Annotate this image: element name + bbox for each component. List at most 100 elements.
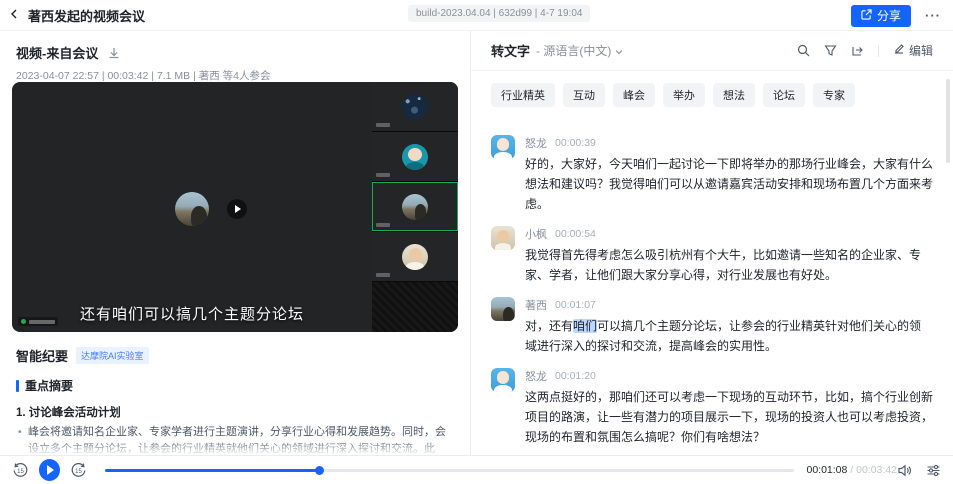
participant-tile[interactable] bbox=[372, 182, 458, 232]
message-timestamp[interactable]: 00:01:07 bbox=[555, 299, 596, 311]
participant-avatar bbox=[402, 194, 428, 220]
chevron-left-icon bbox=[9, 6, 19, 24]
export-icon[interactable] bbox=[851, 44, 864, 57]
ai-lab-badge: 达摩院AI实验室 bbox=[76, 347, 149, 364]
video-subtitle: 还有咱们可以搞几个主题分论坛 bbox=[12, 303, 372, 324]
message-timestamp[interactable]: 00:00:39 bbox=[555, 137, 596, 149]
toolbar-divider bbox=[878, 45, 879, 57]
forward-15-label: 15 bbox=[75, 469, 82, 475]
page-title: 著西发起的视频会议 bbox=[28, 6, 145, 25]
speaker-avatar bbox=[491, 135, 515, 159]
download-icon[interactable] bbox=[108, 47, 120, 59]
keyword-tag[interactable]: 举办 bbox=[663, 83, 705, 107]
video-metadata: 2023-04-07 22:57 | 00:03:42 | 7.1 MB | 著… bbox=[0, 62, 470, 83]
section-accent-bar bbox=[16, 380, 19, 392]
message-text[interactable]: 好的，大家好，今天咱们一起讨论一下即将举办的那场行业峰会，大家有什么想法和建议吗… bbox=[525, 154, 933, 214]
highlighted-word: 咱们 bbox=[573, 319, 597, 333]
transcript-scroll-area[interactable]: 怒龙 00:00:39 好的，大家好，今天咱们一起讨论一下即将举办的那场行业峰会，大… bbox=[471, 127, 953, 455]
participant-name-minitext bbox=[376, 273, 390, 277]
transcript-message: 怒龙 00:00:39 好的，大家好，今天咱们一起讨论一下即将举办的那场行业峰会，大… bbox=[491, 135, 933, 214]
edit-button[interactable]: 编辑 bbox=[893, 42, 933, 59]
message-header: 小枫00:00:54 bbox=[525, 227, 933, 241]
keyword-tag[interactable]: 行业精英 bbox=[491, 83, 555, 107]
pencil-icon bbox=[893, 43, 905, 58]
summary-item-title: 1. 讨论峰会活动计划 bbox=[16, 404, 454, 420]
participant-tile[interactable] bbox=[372, 82, 458, 132]
forward-15-button[interactable]: 15 bbox=[70, 462, 87, 479]
speaker-name: 怒龙 bbox=[525, 135, 547, 151]
message-text[interactable]: 对，还有咱们可以搞几个主题分论坛，让参会的行业精英针对他们关心的领域进行深入的探… bbox=[525, 316, 933, 356]
share-button[interactable]: 分享 bbox=[851, 5, 911, 27]
search-icon[interactable] bbox=[797, 44, 810, 57]
volume-icon[interactable] bbox=[897, 463, 912, 478]
source-language-label: - 源语言(中文) bbox=[536, 42, 611, 59]
video-player[interactable]: 还有咱们可以搞几个主题分论坛 bbox=[12, 82, 458, 332]
message-text[interactable]: 我觉得首先得考虑怎么吸引杭州有个大牛，比如邀请一些知名的企业家、专家、学者，让他… bbox=[525, 245, 933, 285]
seek-fill bbox=[105, 469, 319, 472]
message-main: 怒龙 00:01:20 这两点挺好的，那咱们还可以考虑一下现场的互动环节，比如，搞个… bbox=[525, 368, 933, 447]
build-version-badge: build-2023.04.04 | 632d99 | 4-7 19:04 bbox=[408, 5, 590, 22]
more-button[interactable]: ··· bbox=[925, 8, 941, 23]
keyword-tag[interactable]: 想法 bbox=[713, 83, 755, 107]
transcript-title: 转文字 bbox=[491, 41, 530, 60]
total-time: / 00:03:42 bbox=[850, 464, 897, 476]
participant-tile[interactable] bbox=[372, 232, 458, 282]
video-play-overlay-button[interactable] bbox=[227, 199, 247, 219]
filter-icon[interactable] bbox=[824, 44, 837, 57]
playback-bar: 15 15 00:01:08 / 00:03:42 bbox=[0, 455, 953, 484]
seek-handle[interactable] bbox=[315, 466, 324, 475]
participant-avatar bbox=[402, 144, 428, 170]
message-timestamp[interactable]: 00:00:54 bbox=[555, 228, 596, 240]
edit-button-label: 编辑 bbox=[909, 42, 933, 59]
summary-item: 1. 讨论峰会活动计划峰会将邀请知名企业家、专家学者进行主题演讲，分享行业心得和… bbox=[16, 404, 454, 455]
share-icon bbox=[861, 9, 872, 23]
rewind-15-button[interactable]: 15 bbox=[12, 462, 29, 479]
participant-tile[interactable] bbox=[372, 132, 458, 182]
top-bar: 著西发起的视频会议 build-2023.04.04 | 632d99 | 4-… bbox=[0, 0, 953, 31]
transcript-scrollbar[interactable] bbox=[946, 79, 950, 163]
video-section-title: 视频-来自会议 bbox=[16, 43, 98, 62]
empty-tile-area bbox=[372, 282, 458, 332]
summary-item-body: 峰会将邀请知名企业家、专家学者进行主题演讲，分享行业心得和发展趋势。同时，会设立… bbox=[16, 424, 454, 455]
participant-name-minitext bbox=[376, 223, 390, 227]
back-button[interactable] bbox=[0, 0, 28, 31]
key-points-heading: 重点摘要 bbox=[25, 377, 73, 394]
rewind-15-label: 15 bbox=[17, 469, 24, 475]
playback-settings-icon[interactable] bbox=[926, 463, 941, 478]
message-header: 怒龙 00:01:20 bbox=[525, 369, 933, 383]
keyword-tag[interactable]: 峰会 bbox=[613, 83, 655, 107]
play-button[interactable] bbox=[39, 459, 60, 481]
share-button-label: 分享 bbox=[877, 7, 901, 24]
message-header: 著西00:01:07 bbox=[525, 298, 933, 312]
message-main: 著西00:01:07 对，还有咱们可以搞几个主题分论坛，让参会的行业精英针对他们关… bbox=[525, 297, 933, 356]
message-header: 怒龙 00:00:39 bbox=[525, 136, 933, 150]
chevron-down-icon bbox=[615, 44, 623, 58]
speaker-name: 怒龙 bbox=[525, 368, 547, 384]
speaker-avatar bbox=[491, 297, 515, 321]
transcript-message: 怒龙 00:01:20 这两点挺好的，那咱们还可以考虑一下现场的互动环节，比如，搞个… bbox=[491, 368, 933, 447]
seek-bar[interactable] bbox=[105, 464, 794, 476]
keyword-tag[interactable]: 论坛 bbox=[763, 83, 805, 107]
message-main: 怒龙 00:00:39 好的，大家好，今天咱们一起讨论一下即将举办的那场行业峰会，大… bbox=[525, 135, 933, 214]
keyword-tag[interactable]: 专家 bbox=[813, 83, 855, 107]
current-time: 00:01:08 bbox=[806, 464, 847, 476]
time-display: 00:01:08 / 00:03:42 bbox=[806, 464, 897, 476]
message-text[interactable]: 这两点挺好的，那咱们还可以考虑一下现场的互动环节，比如，搞个行业创新项目的路演，… bbox=[525, 387, 933, 447]
active-speaker-avatar bbox=[175, 192, 209, 226]
speaker-avatar bbox=[491, 368, 515, 392]
source-language-dropdown[interactable]: - 源语言(中文) bbox=[536, 42, 623, 59]
transcript-message: 著西00:01:07 对，还有咱们可以搞几个主题分论坛，让参会的行业精英针对他们关… bbox=[491, 297, 933, 356]
keyword-tag[interactable]: 互动 bbox=[563, 83, 605, 107]
summary-item-list: 1. 讨论峰会活动计划峰会将邀请知名企业家、专家学者进行主题演讲，分享行业心得和… bbox=[16, 404, 454, 455]
speaker-avatar bbox=[491, 226, 515, 250]
participant-name-minitext bbox=[376, 123, 390, 127]
transcript-panel: 转文字 - 源语言(中文) 编辑 行 bbox=[470, 31, 953, 455]
tag-list: 行业精英互动峰会举办想法论坛专家 bbox=[471, 71, 953, 109]
participant-tile-strip bbox=[372, 82, 458, 332]
participant-avatar bbox=[402, 94, 428, 120]
message-timestamp[interactable]: 00:01:20 bbox=[555, 370, 596, 382]
transcript-list: 怒龙 00:00:39 好的，大家好，今天咱们一起讨论一下即将举办的那场行业峰会，大… bbox=[491, 135, 933, 455]
message-main: 小枫00:00:54 我觉得首先得考虑怎么吸引杭州有个大牛，比如邀请一些知名的企业… bbox=[525, 226, 933, 285]
transcript-message: 小枫00:00:54 我觉得首先得考虑怎么吸引杭州有个大牛，比如邀请一些知名的企业… bbox=[491, 226, 933, 285]
text-segment: 对，还有 bbox=[525, 319, 573, 333]
